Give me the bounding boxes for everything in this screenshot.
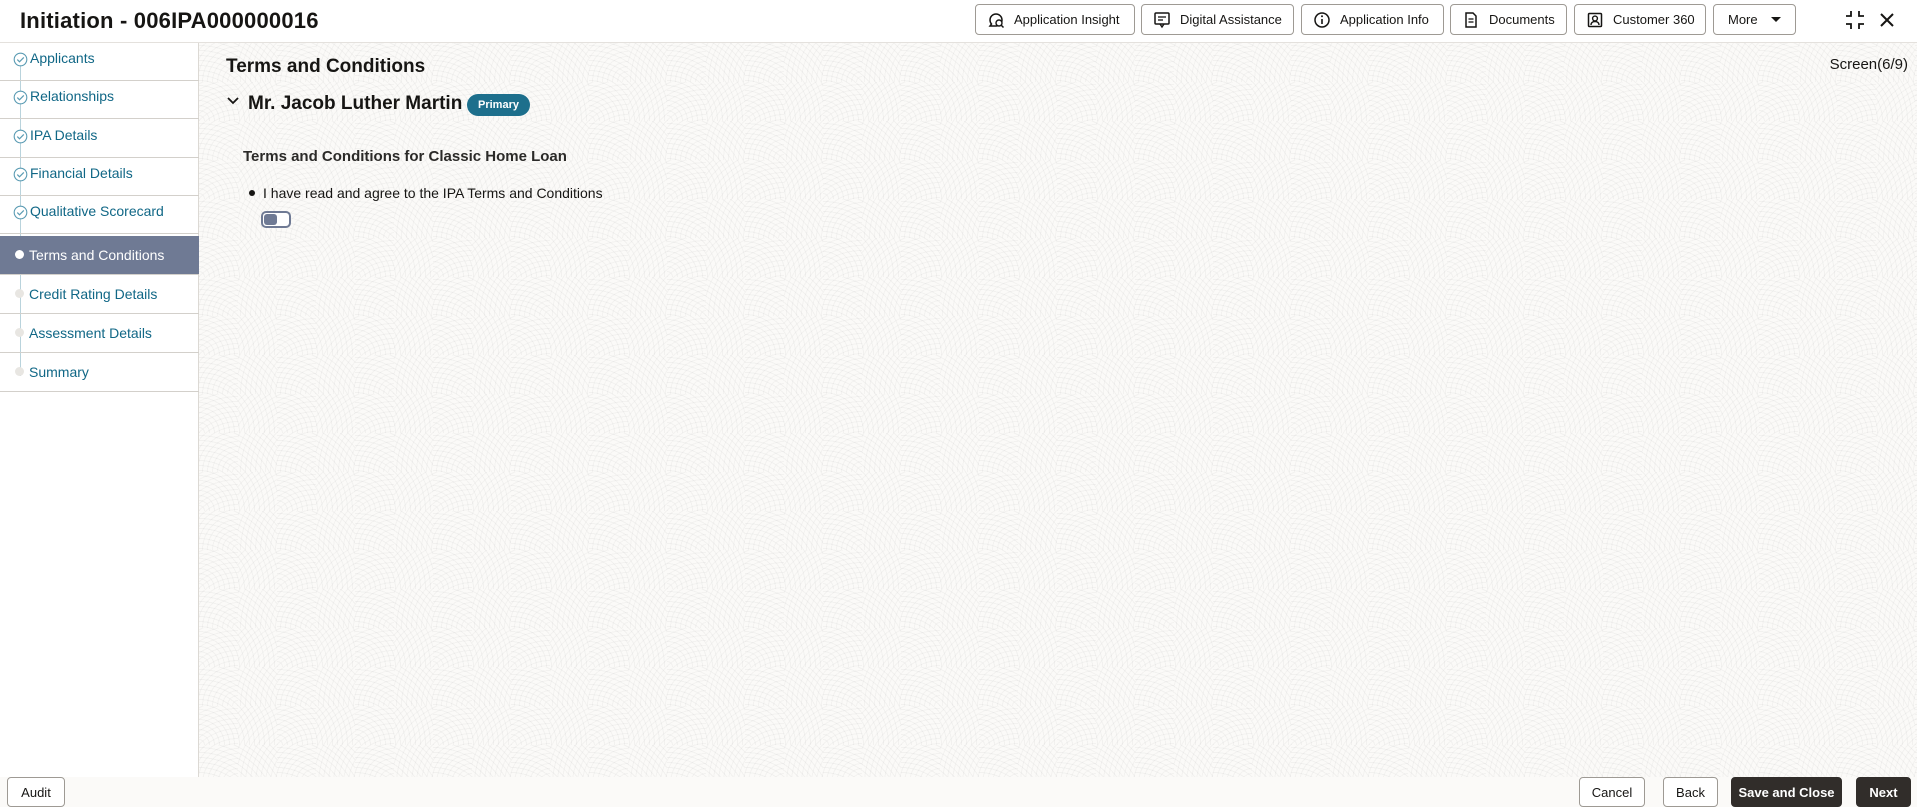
nav-item-label: Terms and Conditions: [29, 247, 165, 263]
nav-item-summary[interactable]: Summary: [0, 353, 199, 392]
check-circle-icon: [13, 167, 28, 182]
page-title: Terms and Conditions: [226, 56, 426, 77]
documents-label: Documents: [1489, 12, 1555, 27]
pending-step-dot-icon: [15, 328, 24, 337]
nav-item-assessment-details[interactable]: Assessment Details: [0, 314, 199, 353]
primary-badge: Primary: [467, 94, 530, 116]
nav-item-label: Relationships: [30, 88, 115, 104]
agreement-item: I have read and agree to the IPA Terms a…: [249, 185, 603, 201]
info-icon: [1314, 11, 1330, 28]
application-insight-button[interactable]: Application Insight: [975, 4, 1135, 35]
section-title: Terms and Conditions for Classic Home Lo…: [243, 148, 567, 165]
caret-down-icon: [1770, 16, 1781, 22]
back-button[interactable]: Back: [1663, 777, 1718, 807]
toggle-knob: [264, 214, 277, 225]
insight-icon: [988, 12, 1005, 28]
audit-button[interactable]: Audit: [7, 777, 65, 807]
save-and-close-button[interactable]: Save and Close: [1731, 777, 1842, 807]
more-label: More: [1728, 12, 1758, 27]
close-icon[interactable]: [1878, 11, 1896, 29]
step-navigation: Applicants Relationships IPA Details Fin…: [0, 43, 199, 777]
application-info-button[interactable]: Application Info: [1301, 4, 1444, 35]
chevron-down-icon[interactable]: [226, 96, 240, 106]
check-circle-icon: [13, 52, 28, 67]
nav-item-credit-rating-details[interactable]: Credit Rating Details: [0, 275, 199, 314]
customer-360-button[interactable]: Customer 360: [1574, 4, 1706, 35]
nav-item-relationships[interactable]: Relationships: [0, 81, 199, 119]
screen-counter: Screen(6/9): [1829, 56, 1908, 73]
collapse-icon[interactable]: [1844, 9, 1866, 31]
digital-assistance-label: Digital Assistance: [1180, 12, 1282, 27]
documents-button[interactable]: Documents: [1450, 4, 1567, 35]
page-header-title: Initiation - 006IPA000000016: [20, 8, 319, 33]
check-circle-icon: [13, 205, 28, 220]
documents-icon: [1465, 11, 1477, 28]
app-header: Initiation - 006IPA000000016 Application…: [0, 0, 1917, 43]
application-info-label: Application Info: [1340, 12, 1429, 27]
nav-item-financial-details[interactable]: Financial Details: [0, 158, 199, 196]
nav-item-terms-and-conditions[interactable]: Terms and Conditions: [0, 236, 199, 275]
check-circle-icon: [13, 90, 28, 105]
nav-item-ipa-details[interactable]: IPA Details: [0, 120, 199, 158]
nav-item-qualitative-scorecard[interactable]: Qualitative Scorecard: [0, 196, 199, 234]
digital-assistance-icon: [1154, 11, 1170, 28]
agreement-text: I have read and agree to the IPA Terms a…: [263, 185, 603, 201]
cancel-button[interactable]: Cancel: [1579, 777, 1645, 807]
nav-item-label: Applicants: [30, 50, 95, 66]
main-content: Terms and Conditions Screen(6/9) Mr. Jac…: [199, 43, 1917, 777]
nav-item-label: Summary: [29, 364, 89, 380]
nav-item-label: Credit Rating Details: [29, 286, 158, 302]
current-step-dot-icon: [15, 250, 24, 259]
more-button[interactable]: More: [1713, 4, 1796, 35]
applicant-name: Mr. Jacob Luther Martin: [248, 93, 463, 114]
customer-360-label: Customer 360: [1613, 12, 1695, 27]
pending-step-dot-icon: [15, 367, 24, 376]
nav-item-label: IPA Details: [30, 127, 98, 143]
pending-step-dot-icon: [15, 289, 24, 298]
check-circle-icon: [13, 129, 28, 144]
nav-item-label: Qualitative Scorecard: [30, 203, 164, 219]
application-insight-label: Application Insight: [1014, 12, 1120, 27]
nav-item-applicants[interactable]: Applicants: [0, 43, 199, 81]
customer-icon: [1587, 12, 1603, 27]
digital-assistance-button[interactable]: Digital Assistance: [1141, 4, 1294, 35]
next-button[interactable]: Next: [1856, 777, 1911, 807]
nav-item-label: Financial Details: [30, 165, 133, 181]
bullet-icon: [249, 190, 255, 196]
agreement-toggle[interactable]: [261, 211, 291, 228]
nav-item-label: Assessment Details: [29, 325, 152, 341]
